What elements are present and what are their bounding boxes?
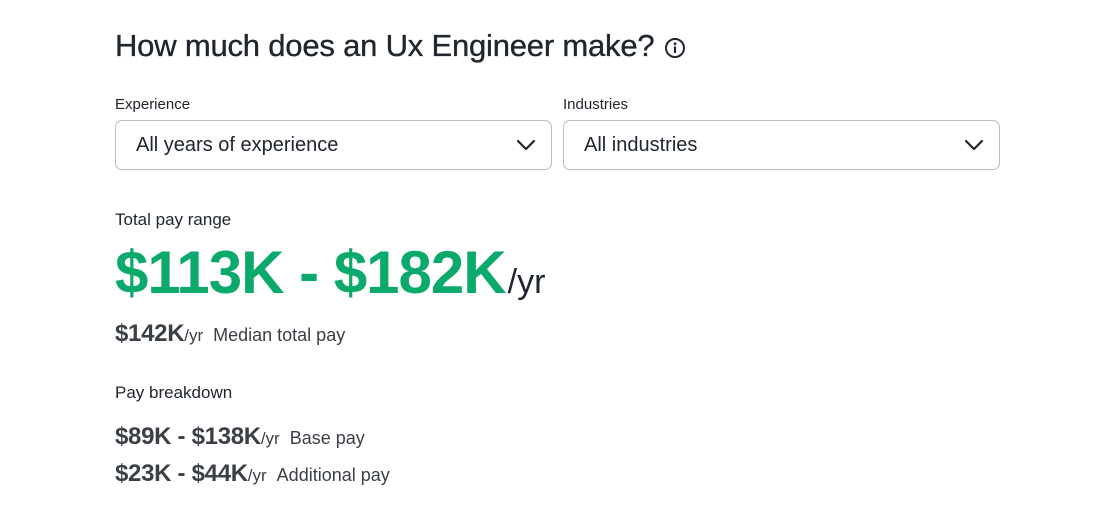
median-pay-label: Median total pay <box>213 325 346 345</box>
base-pay-label: Base pay <box>289 428 365 448</box>
base-pay-unit: /yr <box>260 429 280 448</box>
additional-pay: $23K - $44K /yr Additional pay <box>115 460 390 488</box>
base-pay: $89K - $138K /yr Base pay <box>115 423 365 451</box>
median-pay-unit: /yr <box>184 326 204 345</box>
experience-label: Experience <box>115 96 191 113</box>
title-row: How much does an Ux Engineer make? <box>115 28 686 64</box>
additional-pay-amount: $23K - $44K <box>115 460 248 487</box>
median-pay: $142K /yr Median total pay <box>115 320 345 348</box>
total-pay-range-value: $113K - $182K <box>115 239 507 306</box>
filters: Experience All years of experience Indus… <box>115 96 1000 170</box>
chevron-down-icon <box>964 139 984 151</box>
industries-select[interactable]: All industries <box>563 120 1000 170</box>
total-pay-range-unit: /yr <box>507 263 546 301</box>
page-title: How much does an Ux Engineer make? <box>115 28 655 63</box>
info-circle-icon[interactable] <box>664 37 686 59</box>
experience-filter: Experience All years of experience <box>115 96 552 170</box>
base-pay-amount: $89K - $138K <box>115 423 261 450</box>
industries-filter: Industries All industries <box>563 96 1000 170</box>
additional-pay-label: Additional pay <box>276 465 390 485</box>
median-pay-amount: $142K <box>115 320 185 347</box>
experience-select-value: All years of experience <box>136 133 339 156</box>
total-pay-range: $113K - $182K /yr <box>115 238 545 307</box>
experience-select[interactable]: All years of experience <box>115 120 552 170</box>
additional-pay-unit: /yr <box>247 466 267 485</box>
pay-breakdown-label: Pay breakdown <box>115 383 233 402</box>
total-pay-label: Total pay range <box>115 210 232 229</box>
chevron-down-icon <box>516 139 536 151</box>
industries-select-value: All industries <box>584 133 698 156</box>
industries-label: Industries <box>563 96 629 113</box>
